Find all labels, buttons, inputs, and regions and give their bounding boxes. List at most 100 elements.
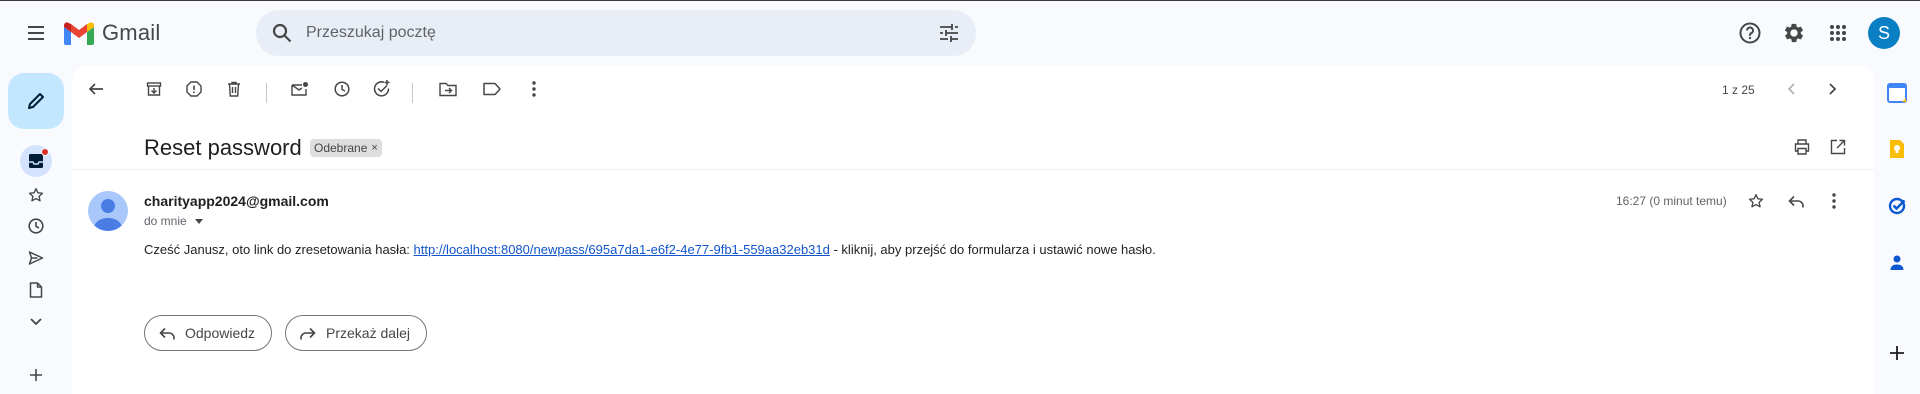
trash-icon [228, 81, 240, 97]
search-bar [256, 10, 976, 56]
top-bar: Gmail S [0, 1, 1920, 65]
chevron-right-icon [1829, 83, 1837, 95]
nav-starred[interactable] [20, 179, 52, 211]
search-icon [272, 23, 292, 43]
more-vert-icon [532, 81, 536, 97]
back-button[interactable] [80, 73, 112, 105]
recipients-toggle[interactable]: do mnie [144, 214, 203, 228]
labels-button[interactable] [476, 73, 508, 105]
clock-icon [28, 218, 44, 234]
star-button[interactable] [1742, 187, 1770, 215]
dropdown-arrow-icon [194, 218, 203, 224]
toolbar-divider [266, 83, 267, 103]
newer-button[interactable] [1776, 73, 1808, 105]
calendar-icon [1887, 83, 1907, 103]
reply-icon [1788, 195, 1804, 207]
report-icon [186, 81, 202, 97]
star-icon [28, 188, 44, 202]
main-menu-button[interactable] [20, 17, 52, 49]
message-time: 16:27 (0 minut temu) [1616, 194, 1727, 208]
app-name: Gmail [102, 20, 161, 45]
forward-label: Przekaż dalej [326, 325, 411, 341]
arrow-back-icon [88, 83, 103, 95]
compose-button[interactable] [8, 73, 64, 129]
reset-password-link[interactable]: http://localhost:8080/newpass/695a7da1-e… [414, 242, 830, 257]
gear-icon [1784, 23, 1803, 43]
mark-unread-icon [291, 82, 308, 96]
forward-button[interactable]: Przekaż dalej [285, 315, 428, 351]
help-icon [1739, 22, 1761, 44]
menu-icon [28, 26, 44, 40]
report-spam-button[interactable] [178, 73, 210, 105]
recipients-text: do mnie [144, 214, 187, 228]
chevron-down-icon [30, 318, 42, 326]
contacts-icon [1890, 255, 1904, 270]
star-icon [1748, 194, 1764, 208]
add-task-icon [373, 80, 390, 97]
older-button[interactable] [1816, 73, 1848, 105]
toolbar-divider [412, 83, 413, 103]
pencil-icon [28, 93, 44, 109]
mark-unread-button[interactable] [284, 73, 316, 105]
plus-icon [1890, 346, 1904, 360]
move-to-folder-icon [439, 82, 457, 96]
gmail-m-icon [64, 21, 94, 45]
body-text-start: Cześć Janusz, oto link do zresetowania h… [144, 242, 414, 257]
search-options-button[interactable] [932, 16, 966, 50]
get-addons-button[interactable] [1883, 339, 1911, 367]
sender-email[interactable]: charityapp2024@gmail.com [144, 193, 329, 209]
remove-label-button[interactable]: × [371, 142, 377, 154]
google-apps-button[interactable] [1822, 17, 1854, 49]
contacts-app-button[interactable] [1883, 248, 1911, 276]
forward-icon [300, 327, 316, 339]
print-icon [1794, 139, 1810, 155]
print-all-button[interactable] [1786, 131, 1818, 163]
tasks-icon [1888, 197, 1906, 215]
nav-snoozed[interactable] [20, 210, 52, 242]
body-text-end: - kliknij, aby przejść do formularza i u… [829, 242, 1156, 257]
draft-icon [29, 282, 43, 298]
nav-inbox[interactable] [20, 145, 52, 177]
unread-indicator [41, 148, 49, 156]
side-panel-rail [1874, 65, 1920, 394]
message-view: 1 z 25 Reset password Odebrane × charity… [72, 65, 1874, 394]
reply-button[interactable]: Odpowiedz [144, 315, 273, 351]
settings-button[interactable] [1778, 17, 1810, 49]
subject-divider [72, 169, 1874, 170]
delete-button[interactable] [218, 73, 250, 105]
snooze-button[interactable] [326, 73, 358, 105]
message-more-button[interactable] [1820, 187, 1848, 215]
send-icon [28, 251, 44, 265]
calendar-app-button[interactable] [1883, 79, 1911, 107]
search-input[interactable] [306, 24, 906, 42]
apps-grid-icon [1830, 25, 1846, 41]
nav-drafts[interactable] [20, 274, 52, 306]
account-avatar[interactable]: S [1868, 17, 1900, 49]
chevron-left-icon [1787, 83, 1795, 95]
gmail-logo[interactable]: Gmail [64, 17, 160, 49]
nav-more[interactable] [20, 306, 52, 338]
move-to-button[interactable] [432, 73, 464, 105]
reply-icon [159, 327, 175, 339]
clock-icon [334, 81, 350, 97]
plus-icon [30, 369, 42, 381]
more-vert-icon [1832, 193, 1836, 209]
more-options-button[interactable] [518, 73, 550, 105]
keep-app-button[interactable] [1883, 135, 1911, 163]
add-to-tasks-button[interactable] [366, 73, 398, 105]
tasks-app-button[interactable] [1883, 191, 1911, 219]
search-button[interactable] [262, 13, 302, 53]
nav-add-label[interactable] [20, 359, 52, 391]
sender-avatar[interactable] [88, 191, 128, 231]
archive-button[interactable] [138, 73, 170, 105]
label-chip: Odebrane × [310, 139, 382, 157]
email-subject: Reset password [144, 135, 302, 160]
nav-sent[interactable] [20, 242, 52, 274]
open-new-window-button[interactable] [1822, 131, 1854, 163]
open-in-new-icon [1830, 139, 1846, 155]
label-chip-text: Odebrane [314, 141, 368, 155]
reply-icon-button[interactable] [1782, 187, 1810, 215]
reply-label: Odpowiedz [185, 325, 256, 341]
label-icon [483, 82, 501, 96]
help-button[interactable] [1734, 17, 1766, 49]
